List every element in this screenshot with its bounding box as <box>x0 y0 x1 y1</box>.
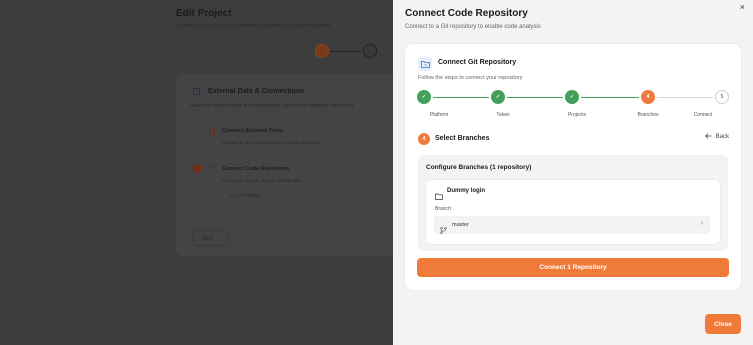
configure-branches-panel: Configure Branches (1 repository) Dummy … <box>418 155 728 251</box>
branch-select[interactable]: master › <box>434 216 710 235</box>
git-connect-card: Connect Git Repository Follow the steps … <box>405 44 741 290</box>
bg-page-title: Edit Project <box>176 8 232 19</box>
step-label-projects: Projects <box>567 112 587 118</box>
database-icon <box>193 88 200 95</box>
step-token-check-icon: ✓ <box>491 90 505 104</box>
bg-card-title: External Data & Connections <box>208 88 305 95</box>
arrow-left-icon <box>704 133 712 141</box>
section-title: Select Branches <box>435 135 490 142</box>
bg-option-tools-title: Connect External Tools <box>222 128 284 134</box>
background-page: Edit Project Update your project with AI… <box>0 0 393 345</box>
configure-branches-title: Configure Branches (1 repository) <box>426 164 532 171</box>
drawer-subtitle: Connect to a Git repository to enable co… <box>405 24 541 30</box>
card-subtitle: Follow the steps to connect your reposit… <box>418 75 523 81</box>
back-button[interactable]: Back <box>704 133 729 141</box>
bg-step-active <box>315 44 329 58</box>
bg-back-label: Back <box>202 236 214 242</box>
bg-connect-link: < / > Connect <box>229 193 260 199</box>
drawer-title: Connect Code Repository <box>405 8 528 19</box>
close-icon[interactable]: × <box>740 2 745 12</box>
bg-page-subtitle: Update your project with AI-powered capa… <box>176 23 331 29</box>
stepper: ✓ ✓ ✓ 4 5 Platform Token Projects Branch… <box>417 90 729 120</box>
step-label-branches: Branches <box>637 112 659 118</box>
git-branch-icon <box>440 221 447 239</box>
step-label-connect: Connect <box>693 112 713 118</box>
connect-repository-button[interactable]: Connect 1 Repository <box>417 258 729 277</box>
bg-card-subtitle: Select the types of data and connections… <box>190 103 354 109</box>
repo-item: Dummy login Branch: master › <box>426 180 720 244</box>
bg-step-next <box>363 44 377 58</box>
bg-option-repo-title: Connect Code Repository <box>222 166 290 172</box>
step-branches-number: 4 <box>641 90 655 104</box>
step-label-token: Token <box>496 112 510 118</box>
step-connector <box>507 97 563 98</box>
step-projects-check-icon: ✓ <box>565 90 579 104</box>
card-title: Connect Git Repository <box>438 59 517 66</box>
repo-name: Dummy login <box>447 188 486 194</box>
folder-icon <box>435 187 443 205</box>
bg-option-tools-sub: Connect to Jira, Azure DevOps, Figma, an… <box>222 140 321 145</box>
step-connector <box>657 97 713 98</box>
connect-repo-drawer: Connect Code Repository Connect to a Git… <box>393 0 753 345</box>
back-label: Back <box>715 134 729 140</box>
bg-option-checkbox <box>194 165 201 172</box>
branch-value: master <box>452 222 469 228</box>
step-connect-number: 5 <box>715 90 729 104</box>
bg-back-button: ‹ Back <box>192 230 228 246</box>
bg-step-line <box>331 51 361 52</box>
section-number-badge: 4 <box>418 133 430 145</box>
bg-option-repo-sub: Connect to GitHub, GitLab, or Bitbucket <box>222 178 302 183</box>
chevron-right-icon: › <box>700 220 703 227</box>
step-label-platform: Platform <box>429 112 449 118</box>
step-platform-check-icon: ✓ <box>417 90 431 104</box>
document-icon <box>209 128 215 135</box>
step-connector <box>433 97 489 98</box>
code-icon: </> <box>208 164 216 170</box>
step-connector <box>581 97 639 98</box>
close-button[interactable]: Close <box>705 314 741 334</box>
folder-link-icon <box>418 57 432 71</box>
branch-label: Branch: <box>435 206 453 212</box>
